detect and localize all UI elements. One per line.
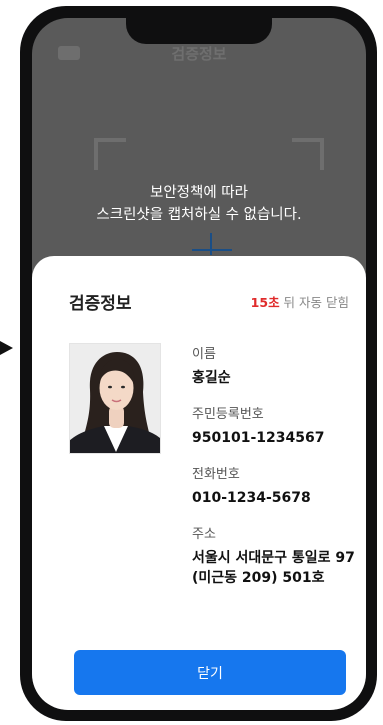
profile-photo-illustration [70,344,160,453]
crosshair-icon-vertical [210,233,212,255]
verification-fields: 이름 홍길순 주민등록번호 950101-1234567 전화번호 010-12… [192,346,362,606]
phone-number-value: 010-1234-5678 [192,490,311,506]
notice-line-2: 스크린샷을 캡처하실 수 없습니다. [96,207,302,223]
name-field: 이름 홍길순 [192,346,362,388]
screenshot-blocked-notice: 보안정책에 따라 스크린샷을 캡처하실 수 없습니다. [32,182,366,226]
profile-photo [69,343,161,454]
pointer-arrow-icon [0,341,13,355]
auto-close-countdown: 15초 뒤 자동 닫힘 [251,292,349,311]
verification-bottom-sheet: 검증정보 15초 뒤 자동 닫힘 이름 홍길순 주민등록번호 950101-12… [32,256,366,710]
address-label: 주소 [192,527,216,542]
phone-screen: 검증정보 보안정책에 따라 스크린샷을 캡처하실 수 없습니다. 검증정보 15… [32,18,366,710]
name-label: 이름 [192,347,216,362]
address-field: 주소 서울시 서대문구 통일로 97 (미근동 209) 501호 [192,526,362,588]
countdown-suffix: 뒤 자동 닫힘 [279,295,349,310]
phone-number-field: 전화번호 010-1234-5678 [192,466,362,508]
address-value: 서울시 서대문구 통일로 97 (미근동 209) 501호 [192,550,355,586]
background-header-title: 검증정보 [171,45,227,63]
close-button[interactable]: 닫기 [74,650,346,695]
scan-frame-corner-top-right [292,138,324,170]
sheet-title: 검증정보 [69,294,132,314]
phone-notch [126,18,272,44]
resident-number-field: 주민등록번호 950101-1234567 [192,406,362,448]
resident-number-label: 주민등록번호 [192,407,264,422]
phone-number-label: 전화번호 [192,467,240,482]
resident-number-value: 950101-1234567 [192,430,325,446]
scan-frame-corner-top-left [94,138,126,170]
crosshair-icon [192,249,232,251]
countdown-seconds: 15초 [250,295,280,310]
name-value: 홍길순 [192,370,231,386]
notice-line-1: 보안정책에 따라 [150,185,248,201]
